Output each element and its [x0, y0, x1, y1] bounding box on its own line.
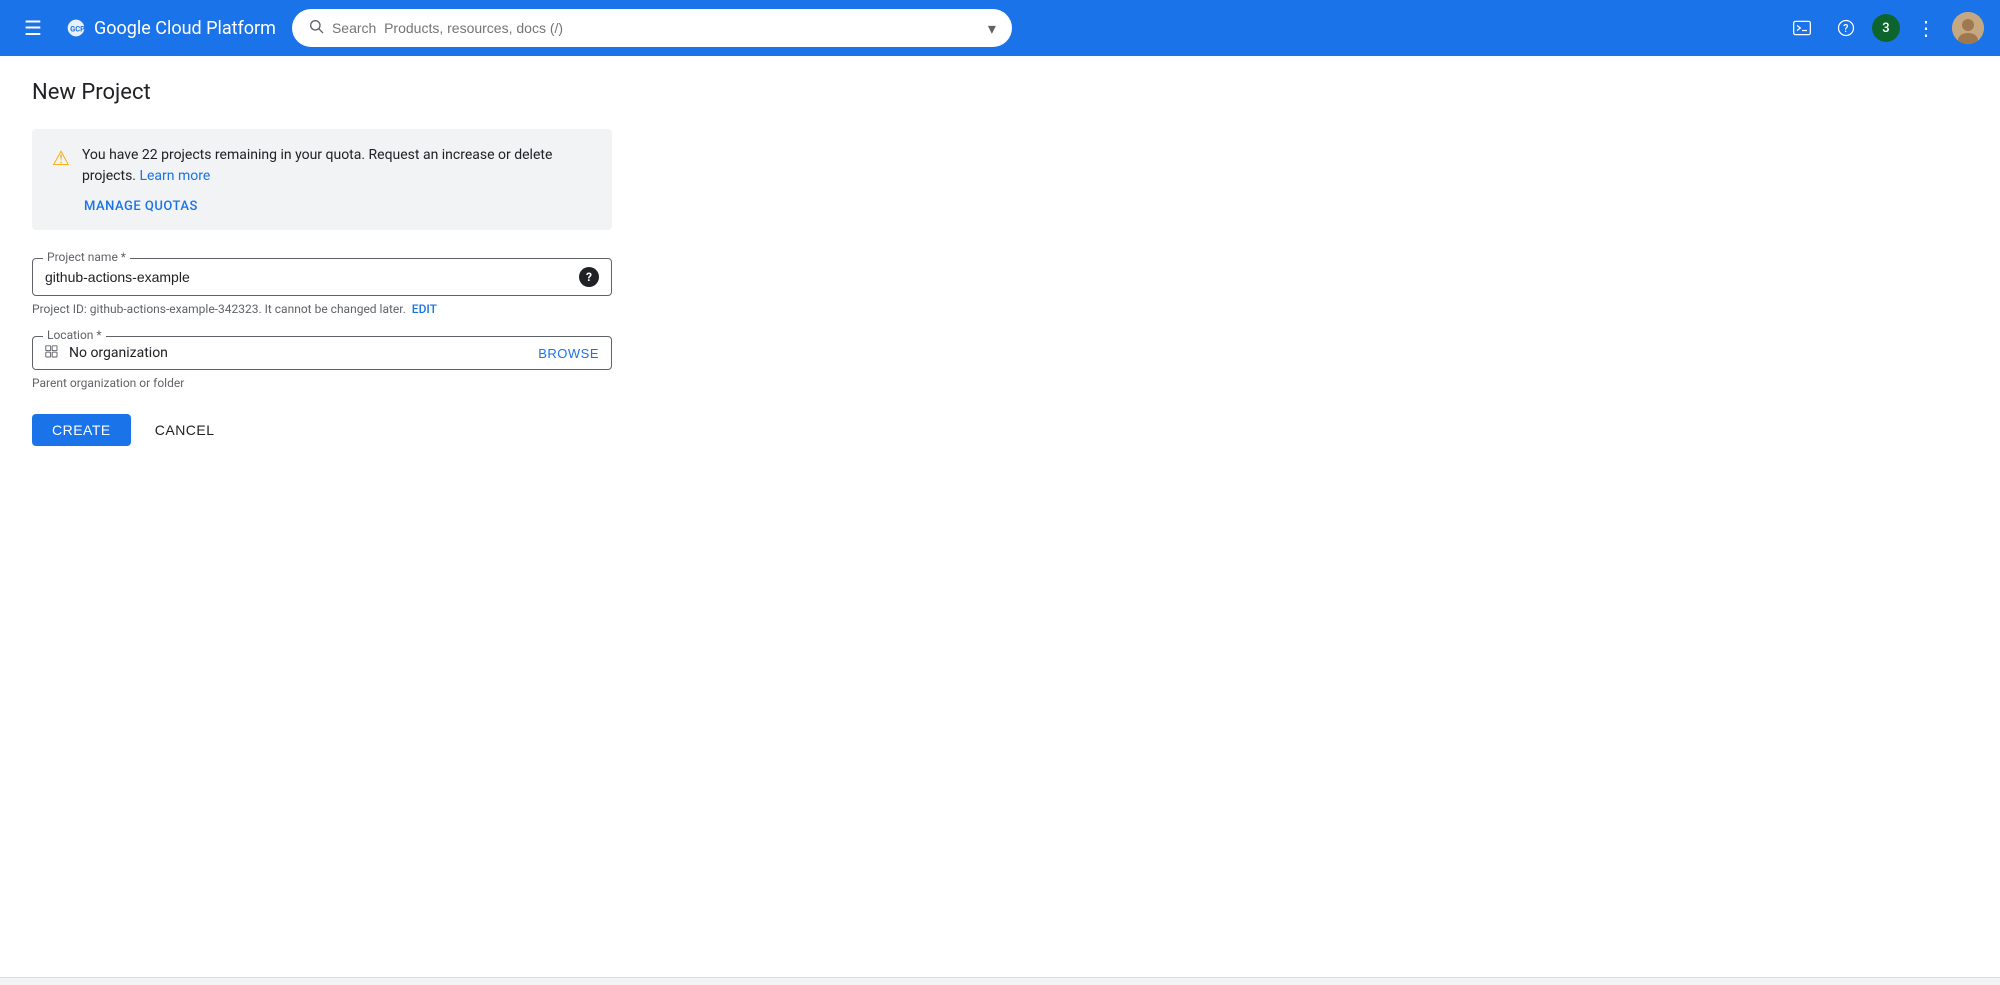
project-name-wrapper: Project name * ?: [32, 258, 612, 296]
alert-text: You have 22 projects remaining in your q…: [82, 145, 592, 187]
top-navigation: ☰ GCP Google Cloud Platform ▾: [0, 0, 2000, 56]
page-content: New Project ⚠ You have 22 projects remai…: [0, 56, 2000, 470]
topnav-actions: ? 3 ⋮: [1784, 10, 1984, 46]
form-buttons: CREATE CANCEL: [32, 414, 612, 446]
warning-icon: ⚠: [52, 146, 70, 170]
svg-text:?: ?: [1843, 22, 1848, 35]
new-project-form: Project name * ? Project ID: github-acti…: [32, 258, 612, 446]
notification-badge[interactable]: 3: [1872, 14, 1900, 42]
alert-message-row: ⚠ You have 22 projects remaining in your…: [52, 145, 592, 187]
menu-icon[interactable]: ☰: [16, 8, 50, 48]
svg-text:GCP: GCP: [70, 24, 85, 33]
search-dropdown-icon[interactable]: ▾: [988, 19, 996, 38]
app-logo: GCP Google Cloud Platform: [66, 18, 276, 39]
location-field-group: Location * No organization BROWSE Parent: [32, 336, 612, 390]
location-wrapper: Location * No organization BROWSE: [32, 336, 612, 370]
organization-icon: [45, 345, 61, 361]
manage-quotas-link[interactable]: MANAGE QUOTAS: [52, 199, 592, 214]
search-bar[interactable]: ▾: [292, 9, 1012, 47]
project-name-field-group: Project name * ? Project ID: github-acti…: [32, 258, 612, 316]
learn-more-link[interactable]: Learn more: [139, 168, 210, 184]
search-icon: [308, 18, 324, 38]
bottom-bar: [0, 977, 2000, 985]
quota-alert-box: ⚠ You have 22 projects remaining in your…: [32, 129, 612, 230]
location-hint: Parent organization or folder: [32, 376, 612, 390]
create-button[interactable]: CREATE: [32, 414, 131, 446]
help-button[interactable]: ?: [1828, 10, 1864, 46]
gcp-logo-icon: GCP: [66, 18, 86, 38]
location-label: Location *: [43, 328, 106, 342]
search-input[interactable]: [332, 20, 980, 36]
user-avatar[interactable]: [1952, 12, 1984, 44]
project-name-input[interactable]: [45, 269, 579, 285]
app-name-label: Google Cloud Platform: [94, 18, 276, 39]
browse-button[interactable]: BROWSE: [538, 346, 599, 361]
more-options-button[interactable]: ⋮: [1908, 10, 1944, 46]
cancel-button[interactable]: CANCEL: [139, 414, 231, 446]
terminal-button[interactable]: [1784, 10, 1820, 46]
page-title: New Project: [32, 80, 1968, 105]
location-value: No organization: [69, 345, 538, 361]
project-name-help-icon[interactable]: ?: [579, 267, 599, 287]
edit-project-id-link[interactable]: EDIT: [412, 302, 437, 316]
project-name-label: Project name *: [43, 250, 130, 264]
project-id-hint: Project ID: github-actions-example-34232…: [32, 302, 612, 316]
